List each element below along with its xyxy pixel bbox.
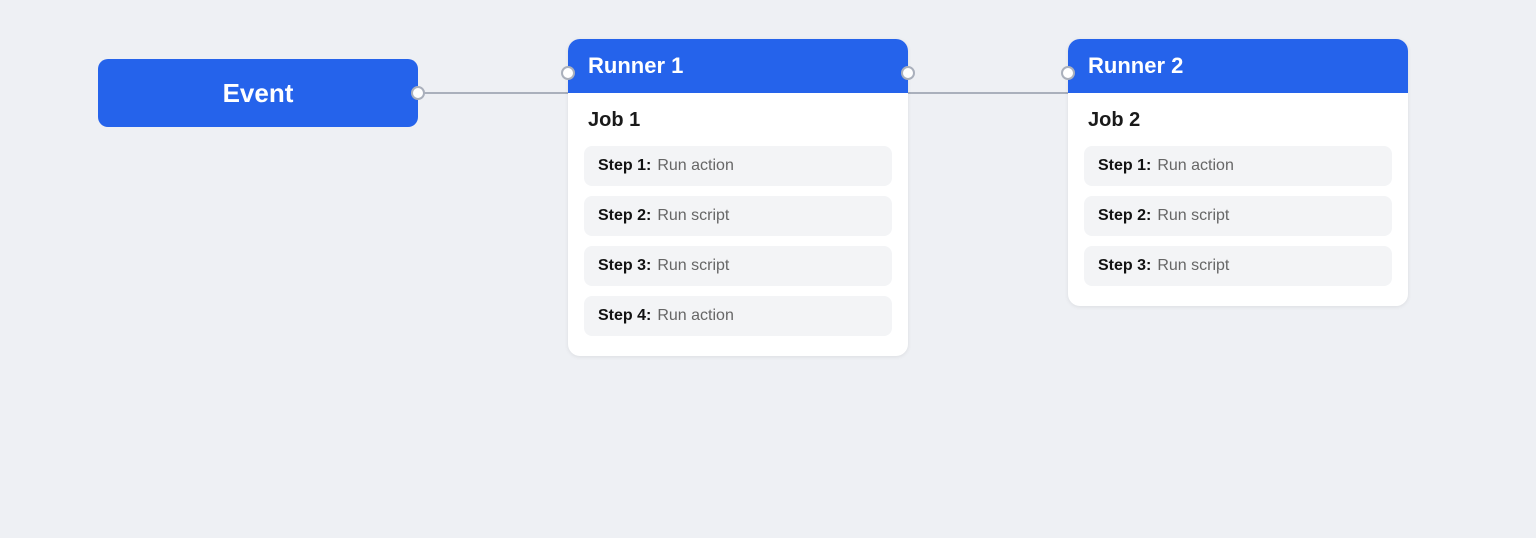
step-action: Run action (1157, 157, 1234, 175)
runner1-step-4[interactable]: Step 4: Run action (584, 296, 892, 336)
runner1-card: Runner 1 Job 1 Step 1: Run action Step 2: R… (568, 39, 908, 356)
step-label: Step 1: (598, 157, 651, 175)
runner2-card: Runner 2 Job 2 Step 1: Run action Step 2: R… (1068, 39, 1408, 306)
step-label: Step 3: (598, 257, 651, 275)
runner1-header: Runner 1 (568, 39, 908, 93)
workflow-canvas: Event Runner 1 Job 1 Step 1:Run actionSt… (68, 19, 1468, 519)
event-node[interactable]: Event (98, 59, 418, 127)
runner1-title: Runner 1 (588, 53, 683, 79)
runner1-step-2[interactable]: Step 2: Run script (584, 196, 892, 236)
runner1-step-1[interactable]: Step 1: Run action (584, 146, 892, 186)
runner1-job-title: Job 1 (584, 109, 892, 132)
runner2-header: Runner 2 (1068, 39, 1408, 93)
event-node-label: Event (223, 78, 294, 109)
step-action: Run script (657, 207, 729, 225)
step-label: Step 2: (598, 207, 651, 225)
runner2-title: Runner 2 (1088, 53, 1183, 79)
runner1-steps: Step 1:Run actionStep 2:Run scriptStep 3… (584, 146, 892, 336)
step-label: Step 2: (1098, 207, 1151, 225)
step-label: Step 3: (1098, 257, 1151, 275)
step-action: Run action (657, 307, 734, 325)
runner2-left-dot (1061, 66, 1075, 80)
runner2-step-3[interactable]: Step 3: Run script (1084, 246, 1392, 286)
runner2-body: Job 2 Step 1: Run action Step 2: Run script… (1068, 93, 1408, 306)
step-label: Step 1: (1098, 157, 1151, 175)
event-right-dot (411, 86, 425, 100)
step-action: Run script (1157, 207, 1229, 225)
runner1-left-dot (561, 66, 575, 80)
runner1-node[interactable]: Runner 1 Job 1 Step 1: Run action Step 2: R… (568, 39, 908, 356)
runner2-steps: Step 1:Run actionStep 2:Run scriptStep 3… (1084, 146, 1392, 286)
runner2-job-title: Job 2 (1084, 109, 1392, 132)
runner1-right-dot (901, 66, 915, 80)
runner2-step-2[interactable]: Step 2: Run script (1084, 196, 1392, 236)
runner2-step-1[interactable]: Step 1: Run action (1084, 146, 1392, 186)
runner2-node[interactable]: Runner 2 Job 2 Step 1: Run action Step 2: R… (1068, 39, 1408, 306)
step-label: Step 4: (598, 307, 651, 325)
runner1-step-3[interactable]: Step 3: Run script (584, 246, 892, 286)
step-action: Run script (1157, 257, 1229, 275)
step-action: Run script (657, 257, 729, 275)
step-action: Run action (657, 157, 734, 175)
runner1-body: Job 1 Step 1: Run action Step 2: Run script… (568, 93, 908, 356)
